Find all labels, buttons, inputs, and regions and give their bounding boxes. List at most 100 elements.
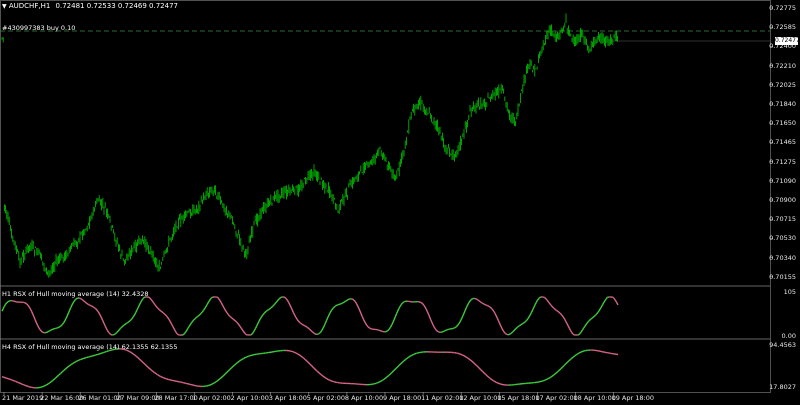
- indicator2-line: [248, 355, 251, 357]
- indicator1-line: [455, 325, 458, 328]
- indicator1-line: [169, 321, 173, 325]
- indicator1-line: [88, 303, 91, 306]
- indicator1-line: [241, 329, 245, 333]
- indicator1-line: [26, 303, 29, 306]
- trade-label[interactable]: #430997383 buy 0.10: [2, 24, 75, 32]
- indicator1-line: [591, 316, 594, 319]
- indicator1-line: [98, 312, 101, 316]
- indicator1-line: [346, 299, 349, 302]
- indicator1-line: [252, 330, 255, 333]
- indicator2-line: [307, 362, 311, 365]
- indicator2-line: [212, 382, 215, 385]
- indicator2-line: [471, 360, 474, 363]
- indicator1-line: [303, 324, 306, 327]
- indicator1-line: [435, 328, 438, 332]
- indicator1-line: [486, 304, 488, 307]
- indicator1-line: [35, 322, 39, 326]
- indicator2-line: [389, 372, 393, 375]
- indicator2-line: [221, 374, 225, 378]
- indicator1-line: [38, 327, 41, 330]
- indicator1-line: [243, 331, 246, 334]
- indicator1-line: [256, 323, 259, 327]
- indicator2-line: [475, 364, 479, 368]
- candles[interactable]: [1, 13, 618, 278]
- indicator1-line: [480, 301, 483, 304]
- indicator1-line: [95, 308, 98, 311]
- indicator1-line: [352, 298, 355, 301]
- indicator1-scale-top: 105: [783, 288, 796, 296]
- indicator2-line: [165, 377, 168, 380]
- time-tick-label: 19 Apr 18:00: [611, 394, 654, 402]
- indicator1-line: [459, 318, 463, 322]
- indicator2-line: [146, 365, 149, 368]
- indicator1-line: [257, 320, 260, 324]
- indicator2-line: [67, 364, 71, 368]
- indicator2-line: [163, 377, 166, 380]
- indicator2-line: [135, 355, 138, 358]
- indicator2-line: [152, 370, 155, 374]
- indicator1-line: [128, 320, 131, 323]
- indicator1-line: [585, 322, 588, 325]
- indicator1-line: [366, 324, 369, 328]
- indicator1-line: [33, 316, 36, 321]
- indicator2-line: [542, 379, 545, 382]
- time-tick-label: 3 Apr 18:00: [268, 394, 307, 402]
- indicator1-line: [138, 302, 142, 306]
- indicator1-line: [161, 311, 164, 314]
- price-tick-label: 0.72775: [769, 4, 796, 12]
- indicator1-line: [24, 301, 26, 304]
- indicator1-line: [552, 306, 555, 309]
- indicator1-line: [510, 331, 514, 334]
- indicator2-line: [329, 379, 332, 382]
- indicator1-line: [269, 307, 272, 310]
- indicator1-line: [276, 299, 279, 302]
- indicator2-line: [465, 356, 468, 359]
- indicator1-line: [603, 300, 606, 303]
- chart-window[interactable]: ▼ AUDCHF,H1 0.72481 0.72533 0.72469 0.72…: [0, 0, 800, 405]
- indicator1-line: [265, 309, 268, 312]
- indicator2-line: [227, 368, 231, 372]
- indicator1-line: [368, 327, 371, 330]
- triangle-down-icon[interactable]: ▼: [2, 3, 7, 10]
- indicator1-line: [80, 298, 83, 301]
- indicator1-line: [526, 318, 529, 321]
- indicator2-line: [230, 365, 234, 369]
- indicator2-line: [392, 369, 396, 372]
- indicator1-line: [201, 310, 204, 313]
- indicator1-line: [185, 329, 188, 333]
- indicator2-line: [10, 379, 14, 381]
- indicator1-line: [335, 304, 338, 307]
- indicator2-line: [297, 353, 300, 356]
- indicator2-line: [301, 356, 305, 359]
- indicator1-line: [558, 311, 561, 314]
- indicator2-line: [7, 378, 10, 380]
- indicator1-line: [322, 325, 325, 329]
- indicator1-line: [192, 319, 195, 322]
- indicator1-line: [79, 297, 82, 300]
- indicator2-line: [12, 379, 15, 382]
- indicator1-line: [468, 300, 471, 304]
- indicator1-line: [587, 319, 591, 323]
- indicator1-line: [251, 332, 254, 335]
- indicator1-line: [153, 302, 156, 305]
- indicator1-line: [391, 322, 394, 326]
- indicator1-line: [173, 327, 176, 331]
- indicator2-line: [386, 375, 389, 378]
- indicator1-line: [389, 324, 393, 328]
- indicator1-line: [102, 320, 105, 324]
- indicator1-line: [491, 308, 495, 312]
- indicator2-line: [21, 383, 24, 386]
- indicator2-line: [232, 364, 236, 367]
- indicator1-line: [398, 306, 401, 309]
- indicator1-line: [559, 312, 562, 315]
- indicator2-line: [104, 350, 107, 353]
- indicator2-line: [61, 370, 65, 373]
- indicator1-line: [190, 320, 194, 324]
- indicator2-line: [140, 359, 143, 363]
- indicator1-line: [224, 308, 227, 312]
- indicator1-line: [198, 314, 201, 317]
- indicator2-line: [314, 368, 317, 371]
- indicator1-line: [203, 306, 207, 310]
- indicator1-line: [6, 301, 9, 304]
- indicator1-line: [292, 312, 296, 316]
